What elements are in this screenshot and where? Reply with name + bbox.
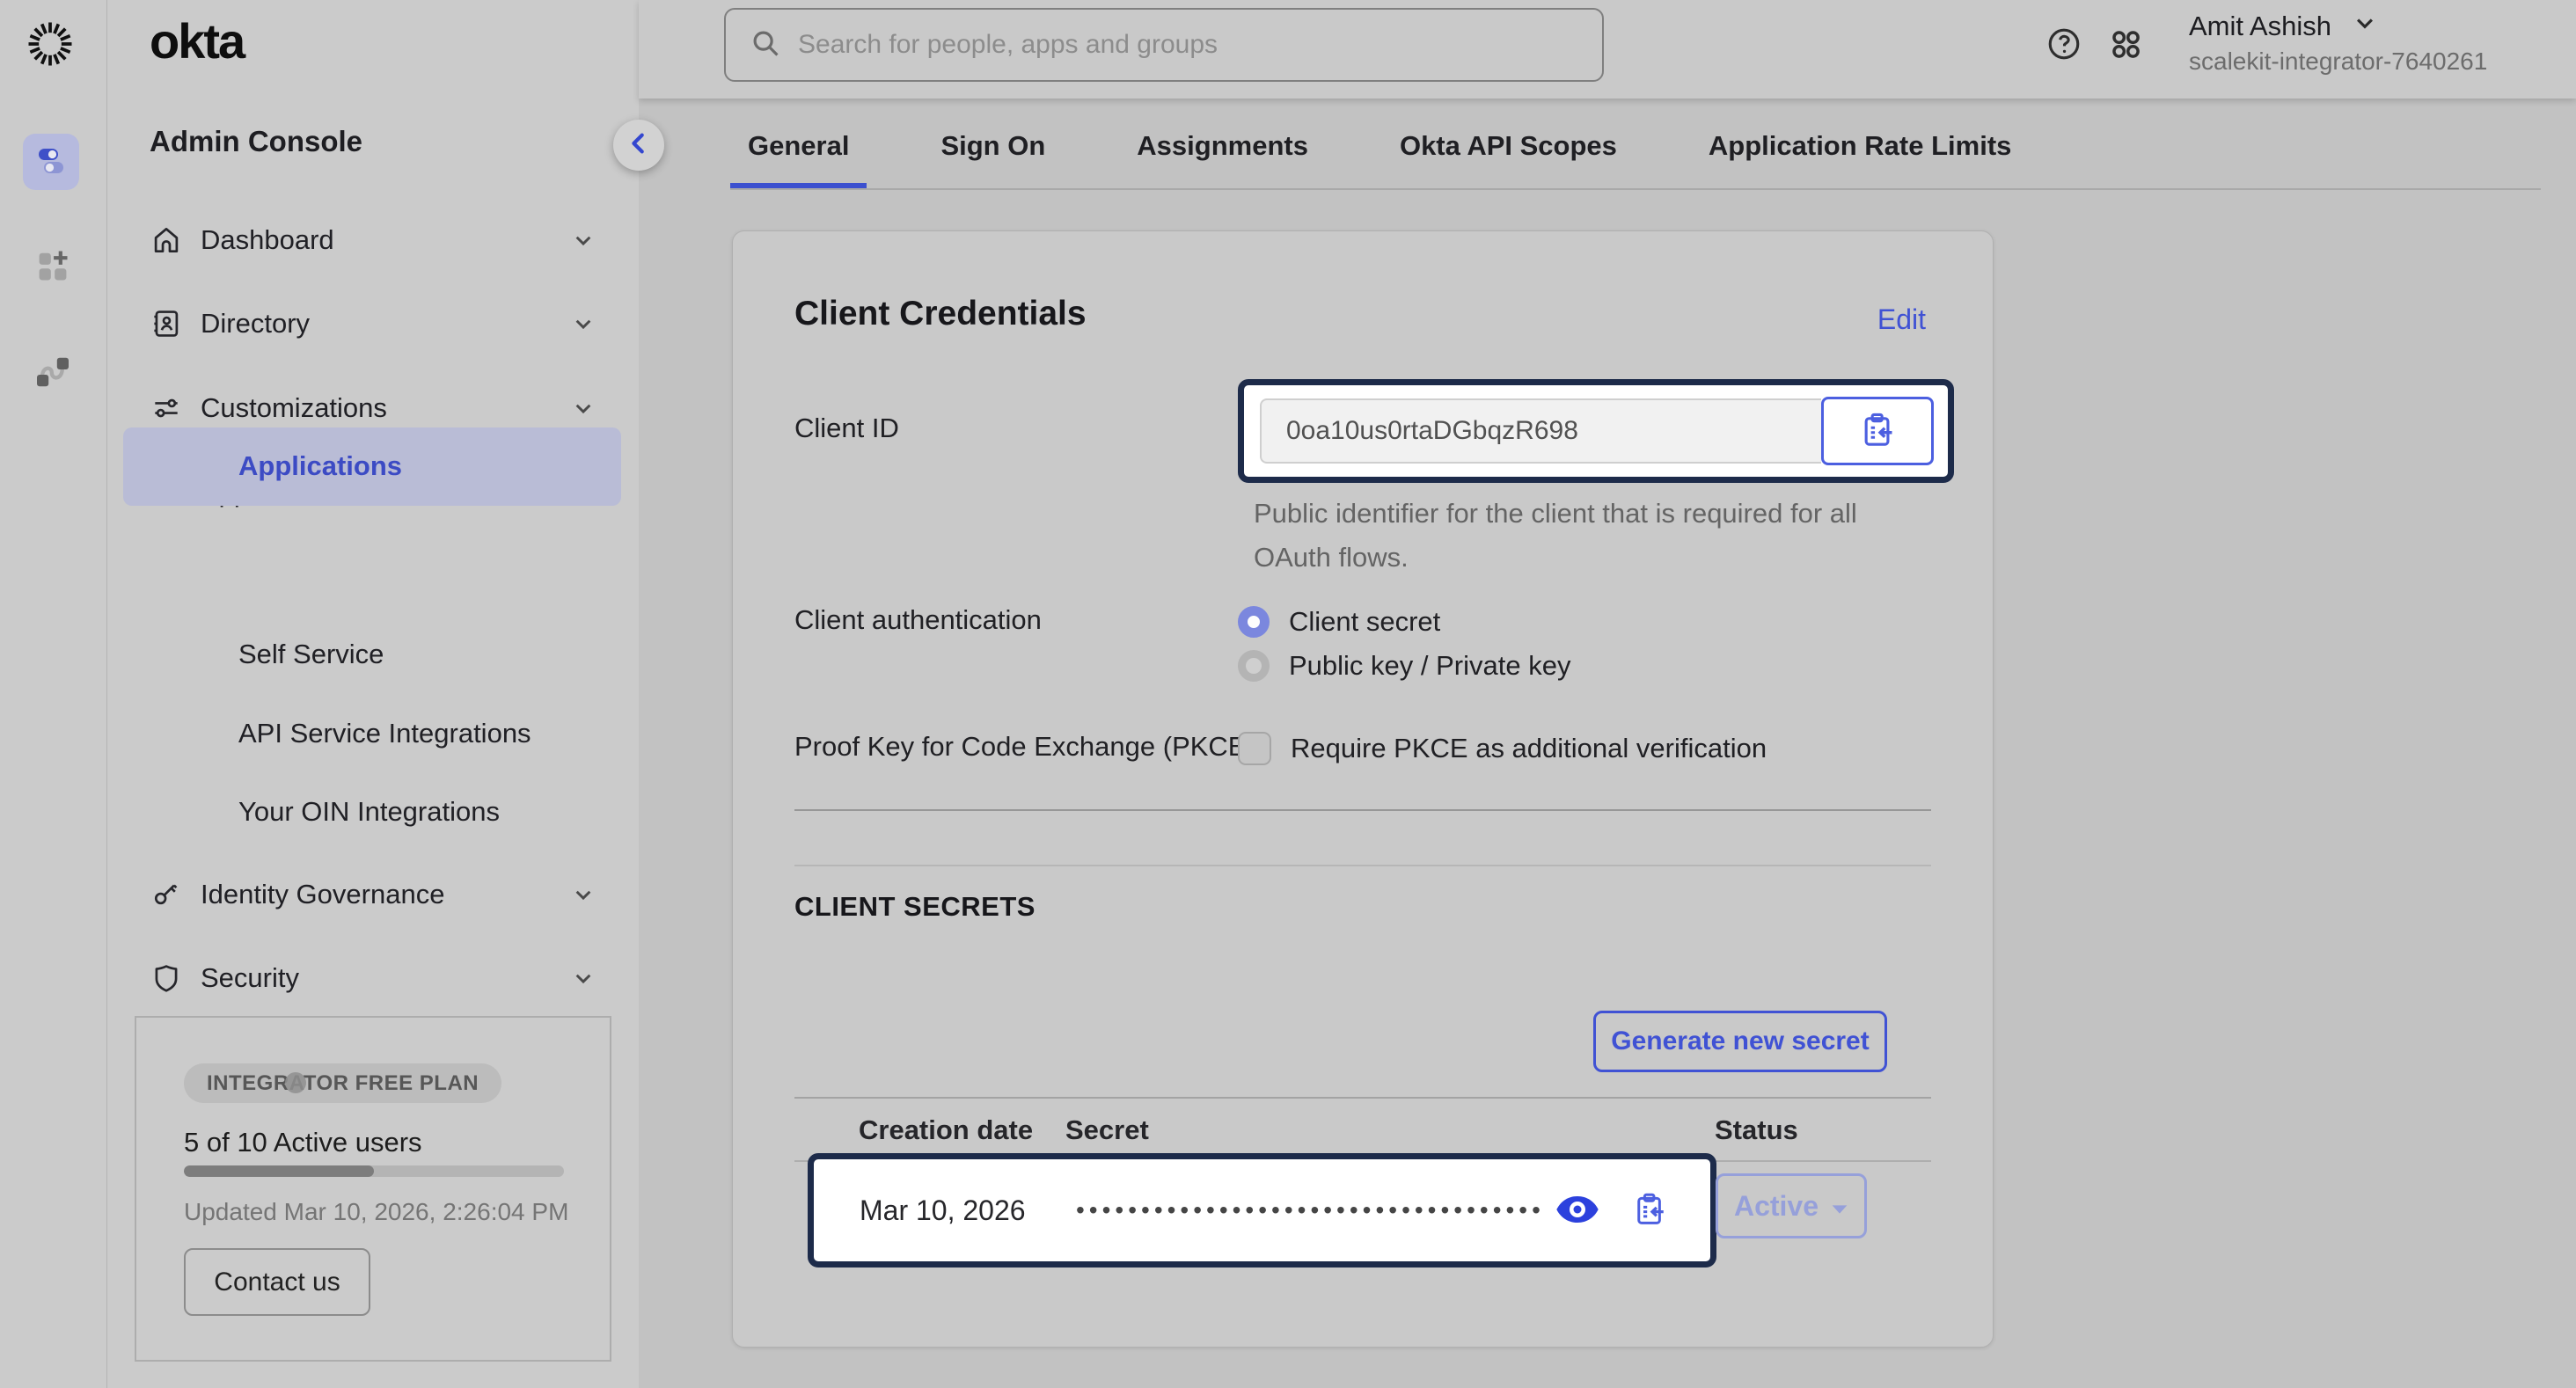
tab-assignments[interactable]: Assignments (1119, 118, 1326, 190)
sliders-icon (150, 391, 183, 425)
tab-sign-on[interactable]: Sign On (923, 118, 1063, 190)
user-menu[interactable]: Amit Ashish scalekit-integrator-7640261 (2189, 11, 2487, 76)
column-header-creation-date: Creation date (859, 1114, 1033, 1146)
client-auth-label: Client authentication (794, 604, 1042, 636)
plan-usage: 5 of 10 Active users (184, 1127, 422, 1158)
client-secrets-title: CLIENT SECRETS (794, 891, 1036, 923)
sidebar-item-directory[interactable]: Directory (107, 297, 639, 350)
sidebar-item-identity-governance[interactable]: Identity Governance (107, 868, 639, 921)
sidebar: okta Admin Console Dashboard Directory C… (107, 0, 639, 1388)
caret-down-icon (1831, 1190, 1848, 1223)
chevron-down-icon (572, 883, 595, 906)
column-header-secret: Secret (1065, 1114, 1149, 1146)
client-id-highlight: 0oa10us0rtaDGbqzR698 (1238, 379, 1954, 483)
sidebar-subitem-your-oin-integrations[interactable]: Your OIN Integrations (238, 785, 500, 838)
usage-progress-bar (184, 1165, 564, 1177)
usage-progress-fill (184, 1165, 374, 1177)
sidebar-item-label: Security (201, 962, 299, 994)
sidebar-item-label: Dashboard (201, 224, 334, 256)
chevron-down-icon (572, 229, 595, 252)
search-icon (749, 26, 782, 64)
secret-creation-date: Mar 10, 2026 (860, 1194, 1058, 1227)
section-divider (794, 809, 1931, 811)
column-header-status: Status (1715, 1114, 1798, 1146)
toggles-icon (33, 142, 69, 182)
radio-client-secret[interactable]: Client secret (1238, 601, 1440, 643)
sidebar-subitem-self-service[interactable]: Self Service (238, 628, 384, 681)
workflow-icon[interactable] (32, 348, 74, 391)
contact-us-button[interactable]: Contact us (184, 1248, 370, 1316)
clipboard-copy-icon (1858, 411, 1897, 452)
pkce-checkbox-row[interactable]: Require PKCE as additional verification (1238, 727, 1767, 770)
key-icon (150, 878, 183, 911)
rail-item-admin-selected[interactable] (23, 134, 79, 190)
sidebar-item-customizations[interactable]: Customizations (107, 382, 639, 435)
sidebar-item-dashboard[interactable]: Dashboard (107, 214, 639, 267)
status-label: Active (1734, 1190, 1819, 1223)
edit-link[interactable]: Edit (1877, 303, 1926, 336)
sidebar-item-label: Directory (201, 308, 310, 340)
sidebar-item-label: Identity Governance (201, 879, 444, 910)
plan-badge: INTEGRATOR FREE PLAN (184, 1063, 501, 1103)
sidebar-subitem-label[interactable]: Applications (238, 440, 402, 493)
chevron-down-icon (572, 397, 595, 420)
user-name: Amit Ashish (2189, 11, 2331, 42)
org-id: scalekit-integrator-7640261 (2189, 47, 2487, 76)
status-dropdown-button[interactable]: Active (1716, 1173, 1867, 1238)
eye-icon (1555, 1194, 1599, 1227)
chevron-down-icon (572, 312, 595, 335)
copy-client-id-button[interactable] (1821, 397, 1934, 465)
mouse-cursor (285, 1072, 306, 1093)
global-search[interactable] (724, 8, 1604, 82)
apps-grid-icon[interactable] (2106, 25, 2145, 63)
add-apps-grid-icon[interactable] (33, 246, 72, 285)
directory-icon (150, 307, 183, 340)
masked-secret: •••••••••••••••••••••••••••••••••••• (1076, 1196, 1545, 1224)
clipboard-copy-icon (1631, 1191, 1668, 1231)
client-id-help: Public identifier for the client that is… (1254, 492, 1857, 580)
table-top-divider (794, 1097, 1931, 1099)
radio-selected-icon (1238, 606, 1270, 638)
okta-wordmark[interactable]: okta (150, 12, 244, 69)
sidebar-collapse-button[interactable] (613, 120, 664, 171)
tab-general[interactable]: General (730, 118, 867, 190)
pkce-label: Proof Key for Code Exchange (PKCE) (794, 731, 1255, 763)
sidebar-subitem-api-service-integrations[interactable]: API Service Integrations (238, 707, 531, 760)
tab-okta-api-scopes[interactable]: Okta API Scopes (1382, 118, 1635, 190)
app-tabs: General Sign On Assignments Okta API Sco… (730, 118, 2029, 190)
section-divider (794, 865, 1931, 866)
okta-admin-console: okta Admin Console Dashboard Directory C… (0, 0, 2576, 1388)
checkbox-unchecked-icon (1238, 732, 1271, 765)
console-title: Admin Console (150, 125, 362, 158)
plan-panel: INTEGRATOR FREE PLAN 5 of 10 Active user… (135, 1016, 611, 1362)
chevron-left-icon (626, 130, 652, 161)
client-credentials-card: Client Credentials Edit Client ID 0oa10u… (732, 230, 1994, 1348)
generate-new-secret-button[interactable]: Generate new secret (1593, 1011, 1887, 1072)
radio-public-private-key[interactable]: Public key / Private key (1238, 645, 1570, 687)
radio-unselected-icon (1238, 650, 1270, 682)
client-id-field[interactable]: 0oa10us0rtaDGbqzR698 (1260, 398, 1821, 464)
reveal-secret-button[interactable] (1555, 1194, 1599, 1227)
client-id-label: Client ID (794, 413, 899, 444)
top-header: Amit Ashish scalekit-integrator-7640261 (639, 0, 2576, 99)
tab-application-rate-limits[interactable]: Application Rate Limits (1691, 118, 2029, 190)
sidebar-item-security[interactable]: Security (107, 952, 639, 1004)
chevron-down-icon (572, 967, 595, 990)
search-input[interactable] (798, 30, 1579, 60)
plan-updated: Updated Mar 10, 2026, 2:26:04 PM (184, 1198, 568, 1226)
chevron-down-icon (2353, 11, 2377, 42)
table-row-secret: Mar 10, 2026 •••••••••••••••••••••••••••… (808, 1153, 1716, 1267)
sidebar-item-label: Customizations (201, 392, 387, 424)
okta-spinner-icon[interactable] (26, 19, 75, 69)
shield-icon (150, 961, 183, 995)
tabs-divider (730, 188, 2541, 190)
main-content: General Sign On Assignments Okta API Sco… (639, 99, 2576, 1388)
home-icon (150, 223, 183, 257)
icon-rail (0, 0, 107, 1388)
copy-secret-button[interactable] (1631, 1191, 1668, 1231)
help-icon[interactable] (2045, 25, 2083, 63)
section-title: Client Credentials (794, 295, 1087, 333)
